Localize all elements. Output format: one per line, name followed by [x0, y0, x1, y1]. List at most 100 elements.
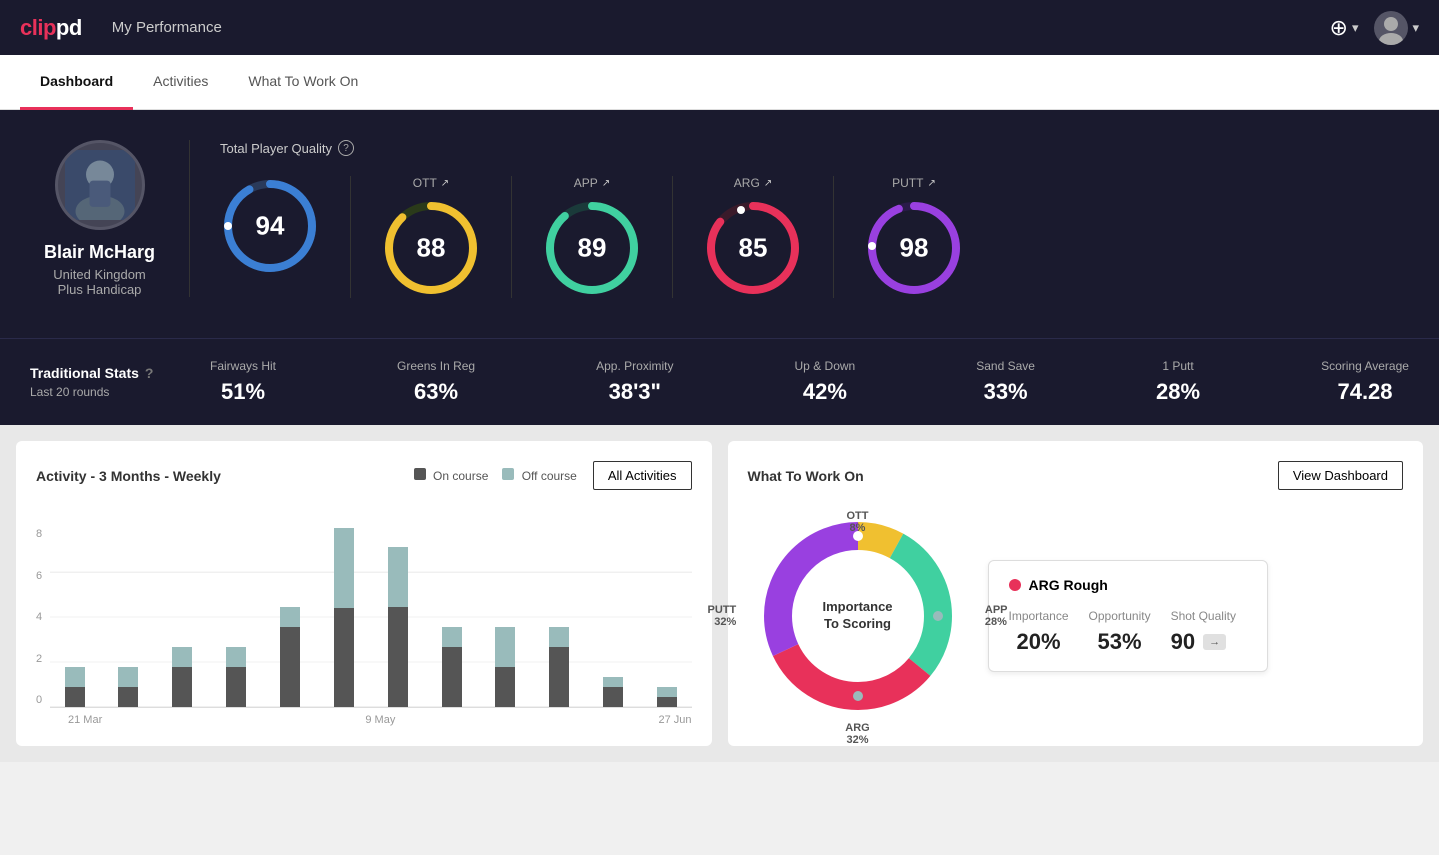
- stats-bar: Traditional Stats ? Last 20 rounds Fairw…: [0, 338, 1439, 425]
- user-chevron: ▾: [1412, 20, 1419, 36]
- putt-circle: 98: [864, 198, 964, 298]
- putt-label: PUTT ↗: [892, 176, 936, 190]
- tab-dashboard[interactable]: Dashboard: [20, 55, 133, 110]
- label-ott: OTT 8%: [847, 510, 869, 534]
- y-axis: 8 6 4 2 0: [36, 528, 50, 708]
- bar-group: [319, 528, 368, 707]
- add-button[interactable]: ⊕ ▾: [1330, 15, 1359, 41]
- bar-group: [266, 528, 315, 707]
- bar-on-course: [603, 687, 623, 707]
- header-title: My Performance: [112, 19, 1330, 36]
- putt-value: 98: [900, 233, 929, 264]
- arg-label: ARG ↗: [734, 176, 772, 190]
- bar-group: [158, 528, 207, 707]
- all-activities-button[interactable]: All Activities: [593, 461, 692, 490]
- app-label: APP ↗: [574, 176, 610, 190]
- app-value: 89: [578, 233, 607, 264]
- view-dashboard-button[interactable]: View Dashboard: [1278, 461, 1403, 490]
- add-chevron: ▾: [1352, 20, 1359, 36]
- player-handicap: Plus Handicap: [58, 282, 142, 297]
- bar-on-course: [118, 687, 138, 707]
- chart-legend: On course Off course: [414, 468, 577, 483]
- info-card-metrics: Importance 20% Opportunity 53% Shot Qual…: [1009, 609, 1247, 655]
- metric-importance: Importance 20%: [1009, 609, 1069, 655]
- tab-bar: Dashboard Activities What To Work On: [0, 55, 1439, 110]
- label-putt: PUTT 32%: [708, 604, 737, 628]
- stat-sand-save: Sand Save 33%: [976, 359, 1035, 405]
- stats-info-icon[interactable]: ?: [145, 365, 154, 381]
- tpq-circle: 94: [220, 176, 320, 276]
- scores-section: Total Player Quality ? 94: [220, 140, 1409, 298]
- bar-group: [104, 528, 153, 707]
- stat-up-down: Up & Down 42%: [795, 359, 856, 405]
- bars-container: [50, 528, 691, 708]
- chart-title: Activity - 3 Months - Weekly: [36, 468, 221, 484]
- bar-off-course: [657, 687, 677, 697]
- player-avatar: [55, 140, 145, 230]
- hero-section: Blair McHarg United Kingdom Plus Handica…: [0, 110, 1439, 338]
- bar-group: [643, 528, 692, 707]
- header: clippd My Performance ⊕ ▾ ▾: [0, 0, 1439, 55]
- stats-title: Traditional Stats ?: [30, 365, 210, 381]
- bar-on-course: [65, 687, 85, 707]
- bar-on-course: [549, 647, 569, 707]
- wtwo-header: What To Work On View Dashboard: [748, 461, 1404, 490]
- bar-off-course: [172, 647, 192, 667]
- stats-subtitle: Last 20 rounds: [30, 385, 210, 399]
- tab-what-to-work-on[interactable]: What To Work On: [228, 55, 378, 110]
- stat-scoring-average: Scoring Average 74.28: [1321, 359, 1409, 405]
- ott-label: OTT ↗: [413, 176, 449, 190]
- bar-group: [481, 528, 530, 707]
- bar-off-course: [118, 667, 138, 687]
- stats-items: Fairways Hit 51% Greens In Reg 63% App. …: [210, 359, 1409, 405]
- player-card: Blair McHarg United Kingdom Plus Handica…: [30, 140, 190, 297]
- bar-on-course: [442, 647, 462, 707]
- bar-off-course: [334, 528, 354, 608]
- metric-shot-quality: Shot Quality 90 →: [1171, 609, 1236, 655]
- chart-grid: 8 6 4 2 0: [36, 506, 692, 708]
- arg-circle: 85: [703, 198, 803, 298]
- bar-off-course: [388, 547, 408, 607]
- legend-on-course: On course: [414, 468, 489, 483]
- wtwo-title: What To Work On: [748, 468, 864, 484]
- bar-group: [50, 528, 99, 707]
- bar-group: [427, 528, 476, 707]
- legend-dot-off-course: [502, 468, 514, 480]
- ott-circle: 88: [381, 198, 481, 298]
- score-app: APP ↗ 89: [512, 176, 673, 298]
- tab-activities[interactable]: Activities: [133, 55, 228, 110]
- activity-panel: Activity - 3 Months - Weekly On course O…: [16, 441, 712, 746]
- wtwo-content: ImportanceTo Scoring OTT 8% APP 28% ARG …: [748, 506, 1404, 726]
- bar-group: [589, 528, 638, 707]
- donut-center: ImportanceTo Scoring: [822, 599, 892, 633]
- bar-on-course: [388, 607, 408, 707]
- bar-on-course: [495, 667, 515, 707]
- bar-group: [212, 528, 261, 707]
- label-app: APP 28%: [985, 604, 1008, 628]
- bar-on-course: [334, 608, 354, 707]
- legend-dot-on-course: [414, 468, 426, 480]
- avatar: [1374, 11, 1408, 45]
- info-card-title: ARG Rough: [1009, 577, 1247, 593]
- user-menu[interactable]: ▾: [1374, 11, 1419, 45]
- app-circle: 89: [542, 198, 642, 298]
- bar-off-course: [603, 677, 623, 687]
- bar-group: [535, 528, 584, 707]
- bar-on-course: [172, 667, 192, 707]
- stat-fairways-hit: Fairways Hit 51%: [210, 359, 276, 405]
- chart-header: Activity - 3 Months - Weekly On course O…: [36, 461, 692, 490]
- label-arg: ARG 32%: [845, 722, 869, 746]
- stat-app-proximity: App. Proximity 38'3": [596, 359, 673, 405]
- bar-on-course: [226, 667, 246, 707]
- ott-value: 88: [417, 233, 446, 264]
- info-card: ARG Rough Importance 20% Opportunity 53%…: [988, 560, 1268, 672]
- logo-text: clippd: [20, 15, 82, 41]
- score-ott: OTT ↗ 88: [351, 176, 512, 298]
- add-icon: ⊕: [1330, 15, 1348, 41]
- panels: Activity - 3 Months - Weekly On course O…: [0, 425, 1439, 762]
- player-country: United Kingdom: [53, 267, 146, 282]
- logo: clippd: [20, 15, 82, 41]
- tpq-info-icon[interactable]: ?: [338, 140, 354, 156]
- score-tpq: 94: [220, 176, 351, 298]
- player-name: Blair McHarg: [44, 242, 155, 263]
